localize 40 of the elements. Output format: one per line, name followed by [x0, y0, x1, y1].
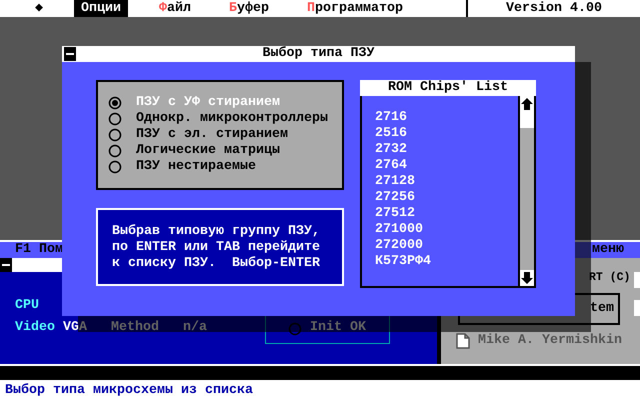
- status-label: Init OK: [310, 320, 366, 336]
- field-value: VGA: [62, 320, 87, 336]
- radio-button[interactable]: [108, 112, 122, 126]
- status-text: Выбор типа микросхемы из списка: [4, 383, 253, 398]
- radio-button[interactable]: [108, 144, 122, 158]
- chip-item[interactable]: 2516: [375, 126, 518, 142]
- rom-type-option[interactable]: Однокр. микроконтроллеры: [108, 111, 342, 127]
- chip-item[interactable]: 271000: [375, 222, 518, 238]
- chip-item[interactable]: 2764: [375, 158, 518, 174]
- rom-type-option[interactable]: Логические матрицы: [108, 143, 342, 159]
- chip-item[interactable]: 27512: [375, 206, 518, 222]
- close-icon[interactable]: [0, 258, 12, 272]
- rom-type-option[interactable]: ПЗУ нестираемые: [108, 159, 342, 175]
- chip-item[interactable]: 272000: [375, 238, 518, 254]
- chip-item[interactable]: 27256: [375, 190, 518, 206]
- field-label: Video: [15, 320, 55, 336]
- field-label: Method: [110, 320, 159, 336]
- hint-text: Выбрав типовую группу ПЗУ, по ENTER или TAB перейдите к списку ПЗУ. Выбор-ENTER: [96, 208, 344, 286]
- radio-button[interactable]: [288, 322, 302, 336]
- field-label: CPU: [15, 298, 40, 314]
- radio-button[interactable]: [108, 160, 122, 174]
- author-name: Mike A. Yermishkin: [478, 333, 622, 349]
- document-icon: [456, 333, 470, 349]
- rom-type-option[interactable]: ПЗУ с эл. стиранием: [108, 127, 342, 143]
- close-icon[interactable]: [64, 47, 76, 61]
- radio-button[interactable]: [108, 96, 122, 110]
- menu-item[interactable]: Опции: [74, 0, 128, 17]
- scroll-down-icon[interactable]: [520, 270, 534, 286]
- radio-button[interactable]: [108, 128, 122, 142]
- chip-item[interactable]: 27128: [375, 174, 518, 190]
- chip-item[interactable]: 2732: [375, 142, 518, 158]
- list-title: ROM Chips' List: [360, 80, 536, 96]
- dialog-title: Выбор типа ПЗУ: [262, 46, 376, 62]
- scrollbar-drawing: [634, 272, 640, 316]
- chip-item[interactable]: К573РФ4: [375, 254, 518, 270]
- window-title: меню: [592, 242, 624, 258]
- field-value: n/a: [182, 320, 207, 336]
- scroll-thumb[interactable]: [520, 112, 534, 128]
- window-title: F1 Пом: [14, 242, 63, 258]
- chip-item[interactable]: 2716: [375, 110, 518, 126]
